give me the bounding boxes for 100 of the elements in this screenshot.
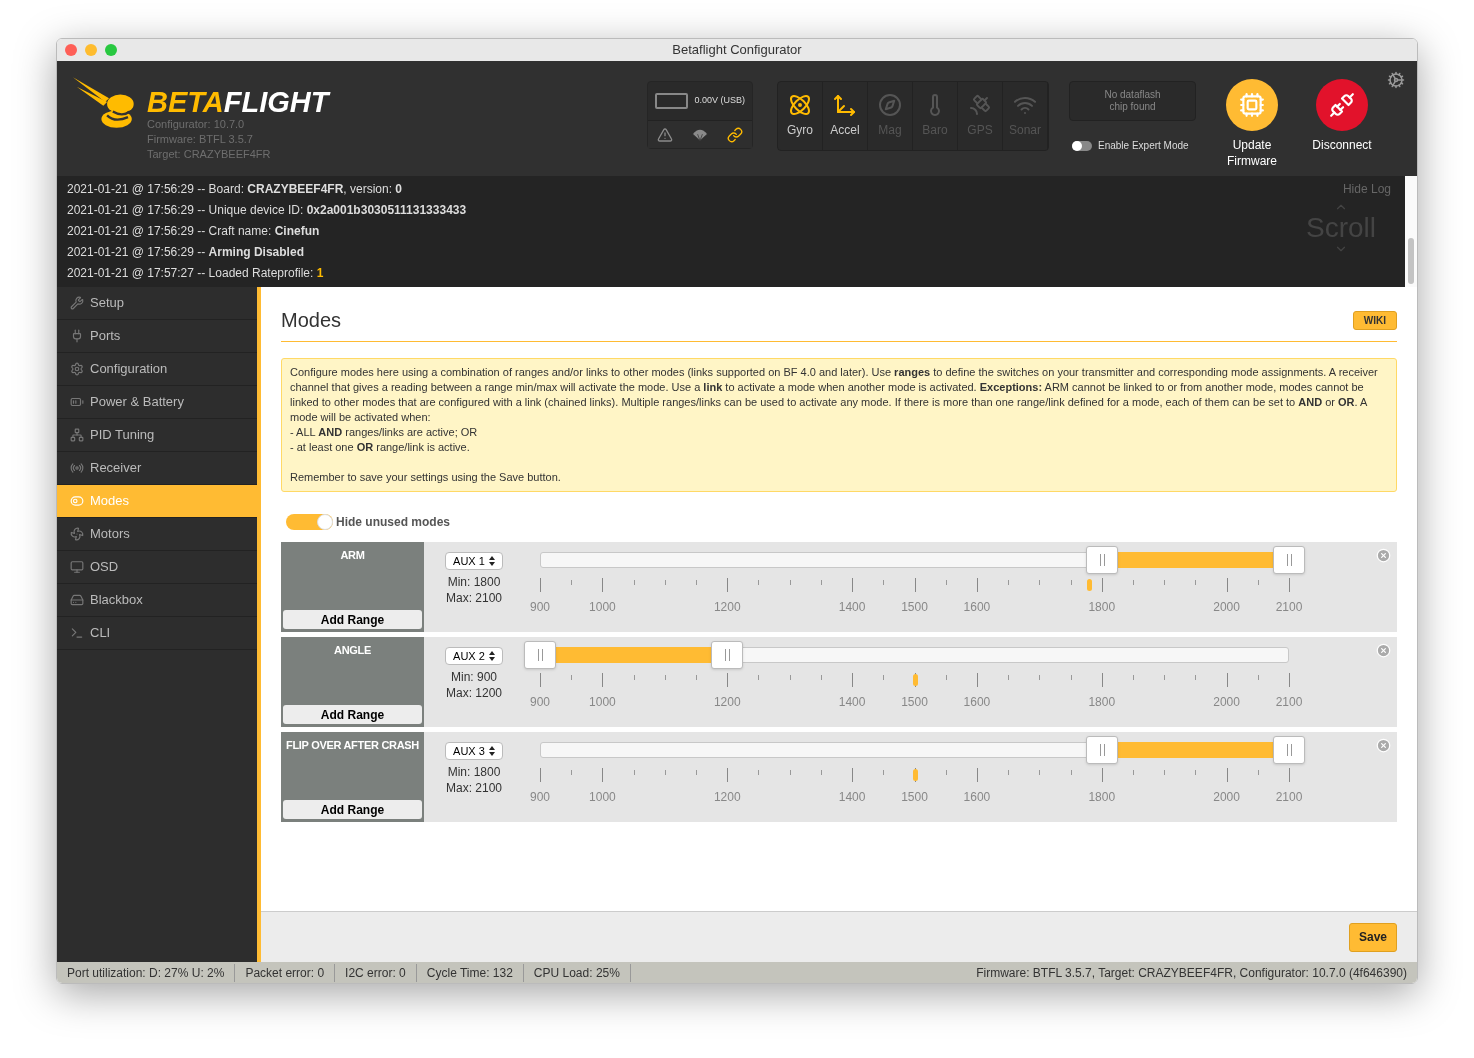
scale-label: 2100 <box>1275 789 1303 806</box>
scale-label: 2100 <box>1275 694 1303 711</box>
add-range-button[interactable]: Add Range <box>283 800 422 819</box>
scale-label: 1600 <box>963 599 991 616</box>
version-text: Configurator: 10.7.0 <box>147 117 246 132</box>
remove-icon[interactable] <box>1376 643 1391 658</box>
minimize-icon[interactable] <box>85 44 97 56</box>
scale-label: 1800 <box>1088 599 1116 616</box>
scale-label: 1000 <box>589 694 616 711</box>
scale-label: 2000 <box>1213 694 1240 711</box>
receiver-icon <box>70 461 84 475</box>
pid-icon <box>70 428 84 442</box>
slider-handle[interactable] <box>524 641 556 669</box>
help-text: Remember to save your settings using the Save button. <box>290 470 562 485</box>
help-text: - at least one OR range/link is active. <box>290 440 471 455</box>
scale-label: 1000 <box>589 599 616 616</box>
remove-icon[interactable] <box>1376 738 1391 753</box>
logo-text: FLIGHT <box>223 87 329 117</box>
channel-select[interactable]: AUX 2 <box>445 647 503 665</box>
scale-label: 1200 <box>713 599 741 616</box>
scale-label: 1400 <box>838 694 866 711</box>
logo-text: BETA <box>147 87 224 117</box>
scale-label: 1500 <box>901 694 928 711</box>
close-icon[interactable] <box>65 44 77 56</box>
log-line: 2021-01-21 @ 17:56:29 -- Board: CRAZYBEEF4FR, version: 0 <box>67 181 404 198</box>
scale-label: 1200 <box>713 694 741 711</box>
remove-icon[interactable] <box>1376 548 1391 563</box>
setup-icon <box>70 296 84 310</box>
range-min: Min: 1800 <box>447 574 501 590</box>
save-button[interactable]: Save <box>1348 922 1397 952</box>
help-text: - ALL AND ranges/links are active; OR <box>290 425 479 440</box>
chip-icon <box>1239 92 1265 118</box>
window-title: Betaflight Configurator <box>672 41 802 60</box>
add-range-button[interactable]: Add Range <box>283 610 422 629</box>
gps-icon <box>968 93 992 117</box>
expert-mode-label: Enable Expert Mode <box>1098 139 1189 153</box>
mode-name: FLIP OVER AFTER CRASH <box>285 738 419 753</box>
scale-label: 1400 <box>838 599 866 616</box>
log-line: 2021-01-21 @ 17:57:27 -- Loaded Rateprofile: 1 <box>67 265 325 282</box>
add-range-button[interactable]: Add Range <box>283 705 422 724</box>
scale-label: 1000 <box>589 789 616 806</box>
scale-label: 1500 <box>901 789 928 806</box>
slider-handle[interactable] <box>711 641 744 669</box>
battery-icon <box>655 93 689 109</box>
range-min: Min: 900 <box>451 669 497 685</box>
ports-icon <box>70 329 84 343</box>
battery-reading: 0.00V (USB) <box>694 94 745 108</box>
slider-handle[interactable] <box>1085 736 1118 764</box>
log-line: 2021-01-21 @ 17:56:29 -- Unique device ID: 0x2a001b3030511131333433 <box>67 202 468 219</box>
slider-handle[interactable] <box>1273 546 1305 574</box>
scale-label: 1800 <box>1088 694 1116 711</box>
channel-select[interactable]: AUX 3 <box>445 742 503 760</box>
accel-icon <box>833 93 857 117</box>
status-firmware: Firmware: BTFL 3.5.7, Target: CRAZYBEEF4FR, Configurator: 10.7.0 (4f646390) <box>976 964 1408 982</box>
sensor-indicator: Accel <box>823 82 868 150</box>
scale-label: 1600 <box>963 694 991 711</box>
log-line: 2021-01-21 @ 17:56:29 -- Arming Disabled <box>67 244 305 261</box>
sensor-indicator: Gyro <box>778 82 823 150</box>
wiki-button[interactable]: WIKI <box>1352 310 1397 330</box>
disconnect-button[interactable]: Disconnect <box>1306 79 1378 176</box>
range-min: Min: 1800 <box>447 764 501 780</box>
scale-label: 900 <box>530 694 550 711</box>
slider-handle[interactable] <box>1273 736 1305 764</box>
configuration-icon <box>70 362 84 376</box>
expert-mode-switch[interactable] <box>1072 140 1092 151</box>
version-text: Target: CRAZYBEEF4FR <box>147 147 272 162</box>
channel-select[interactable]: AUX 1 <box>445 552 503 570</box>
status-item: CPU Load: 25% <box>523 963 631 982</box>
status-item: Port utilization: D: 27% U: 2% <box>57 963 236 982</box>
modes-icon <box>70 494 84 508</box>
version-text: Firmware: BTFL 3.5.7 <box>147 132 254 147</box>
page-title: Modes <box>281 308 342 333</box>
scale-label: 900 <box>530 789 550 806</box>
mode-name: ANGLE <box>334 643 371 658</box>
mag-icon <box>878 93 902 117</box>
slider-handle[interactable] <box>1085 546 1118 574</box>
scale-label: 1500 <box>901 599 928 616</box>
hide-unused-label: Hide unused modes <box>336 514 451 531</box>
status-item: Cycle Time: 132 <box>416 963 524 982</box>
dataflash-status: No dataflash chip found <box>1069 81 1196 121</box>
scale-label: 1800 <box>1088 789 1116 806</box>
status-item: Packet error: 0 <box>235 963 336 982</box>
hide-unused-switch[interactable] <box>286 514 333 530</box>
zoom-icon[interactable] <box>105 44 117 56</box>
stepper-icon <box>488 556 495 566</box>
log-line: 2021-01-21 @ 17:56:29 -- Craft name: Cinefun <box>67 223 321 240</box>
scale-label: 1200 <box>713 789 741 806</box>
osd-icon <box>70 560 84 574</box>
blackbox-icon <box>70 593 84 607</box>
settings-icon[interactable] <box>1387 71 1405 89</box>
update-firmware-button[interactable]: Update Firmware <box>1216 79 1288 176</box>
scale-label: 1400 <box>838 789 866 806</box>
stepper-icon <box>488 651 495 661</box>
scale-label: 1600 <box>963 789 991 806</box>
cli-icon <box>70 626 84 640</box>
status-item: I2C error: 0 <box>335 963 417 982</box>
power-icon <box>70 395 84 409</box>
scale-label: 2000 <box>1213 599 1240 616</box>
motors-icon <box>70 527 84 541</box>
scale-label: 2000 <box>1213 789 1240 806</box>
